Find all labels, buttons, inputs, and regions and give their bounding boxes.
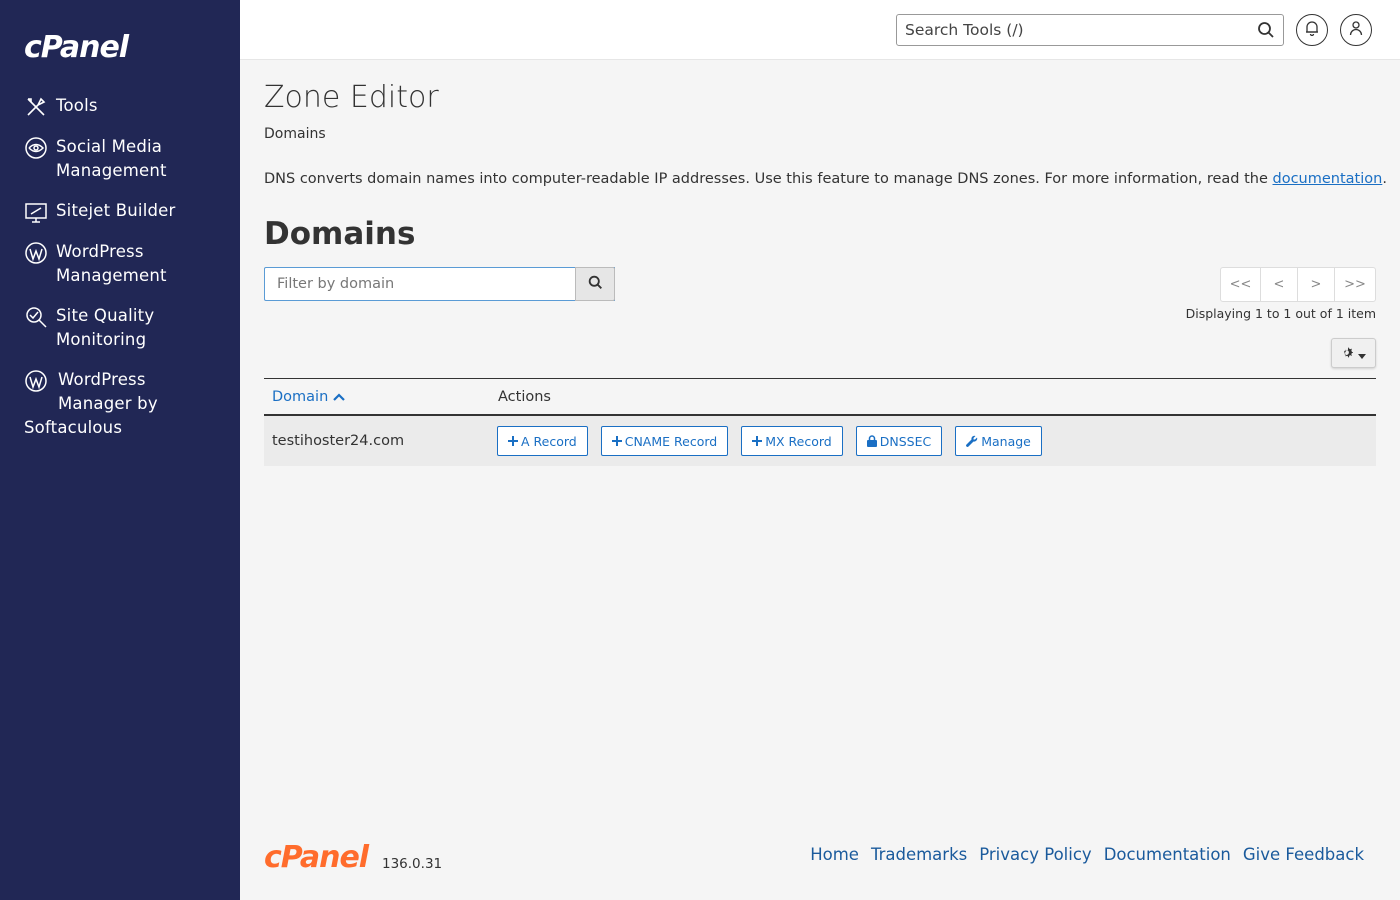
last-page-button[interactable]: >> [1335, 268, 1375, 301]
sidebar-item-site-quality[interactable]: Site Quality Monitoring [24, 304, 234, 352]
sidebar-item-sitejet[interactable]: Sitejet Builder [24, 199, 234, 224]
footer-link-home[interactable]: Home [810, 845, 859, 864]
footer-cpanel-logo[interactable]: cPanel [264, 840, 369, 875]
sidebar-item-label: Site Quality Monitoring [56, 306, 155, 349]
domain-cell: testihoster24.com [272, 433, 405, 449]
plus-icon [508, 436, 518, 446]
search-icon[interactable] [1257, 21, 1275, 39]
page-description: DNS converts domain names into computer-… [264, 171, 1387, 187]
search-tools-input[interactable] [897, 15, 1237, 45]
domains-table: Domain Actions testihoster24.com A Recor… [264, 378, 1376, 466]
gear-icon [1342, 344, 1355, 363]
user-icon [1349, 20, 1363, 40]
sitejet-icon [24, 200, 48, 224]
wordpress-icon [24, 241, 48, 265]
wrench-icon [966, 435, 978, 447]
social-media-icon [24, 136, 48, 160]
footer-link-privacy[interactable]: Privacy Policy [979, 845, 1091, 864]
site-quality-icon [24, 305, 48, 329]
breadcrumb: Domains [264, 126, 326, 142]
search-icon [588, 275, 603, 294]
sidebar-item-label: Sitejet Builder [56, 201, 176, 220]
bell-icon [1305, 20, 1319, 40]
wordpress-icon [24, 369, 48, 393]
section-title: Domains [264, 216, 416, 252]
footer-link-trademarks[interactable]: Trademarks [871, 845, 967, 864]
paging-info: Displaying 1 to 1 out of 1 item [1185, 306, 1376, 321]
add-mx-record-button[interactable]: MX Record [741, 426, 843, 456]
plus-icon [611, 436, 622, 446]
footer-link-documentation[interactable]: Documentation [1104, 845, 1231, 864]
sidebar-item-label: WordPress Manager by [58, 370, 158, 413]
sidebar-item-label: Tools [56, 96, 98, 115]
tools-icon [24, 95, 48, 119]
footer-links: Home Trademarks Privacy Policy Documenta… [810, 845, 1364, 864]
filter-domain-input[interactable] [265, 268, 614, 300]
search-tools-box [896, 14, 1284, 46]
next-page-button[interactable]: > [1298, 268, 1335, 301]
prev-page-button[interactable]: < [1261, 268, 1298, 301]
add-a-record-button[interactable]: A Record [497, 426, 588, 456]
top-header [240, 0, 1400, 60]
chevron-up-icon [333, 392, 346, 401]
pagination: << < > >> [1220, 267, 1376, 302]
table-header: Domain Actions [264, 378, 1376, 416]
version-label: 136.0.31 [382, 856, 443, 872]
sidebar: cPanel Tools Social Media Management Site… [0, 0, 240, 900]
sidebar-item-label: Social Media Management [56, 137, 167, 180]
caret-down-icon [1357, 344, 1366, 363]
actions-column-header: Actions [498, 388, 551, 405]
documentation-link[interactable]: documentation [1273, 171, 1383, 187]
dnssec-button[interactable]: DNSSEC [855, 426, 943, 456]
sidebar-item-label-cont: Softaculous [24, 418, 123, 437]
table-row: testihoster24.com A Record CNAME Record … [264, 416, 1376, 466]
settings-dropdown-button[interactable] [1331, 338, 1376, 368]
sidebar-item-wordpress-softaculous[interactable]: WordPress Manager by Softaculous [24, 368, 234, 440]
domain-column-header[interactable]: Domain [264, 389, 498, 405]
filter-box [264, 267, 615, 301]
manage-button[interactable]: Manage [955, 426, 1042, 456]
sidebar-item-tools[interactable]: Tools [24, 94, 234, 119]
cpanel-logo[interactable]: cPanel [24, 30, 129, 65]
notifications-button[interactable] [1296, 14, 1328, 46]
sidebar-item-wordpress-management[interactable]: WordPress Management [24, 240, 234, 288]
footer-link-feedback[interactable]: Give Feedback [1243, 845, 1364, 864]
page-title: Zone Editor [264, 80, 439, 115]
first-page-button[interactable]: << [1221, 268, 1261, 301]
user-menu-button[interactable] [1340, 14, 1372, 46]
sidebar-item-label: WordPress Management [56, 242, 167, 285]
plus-icon [752, 436, 763, 446]
add-cname-record-button[interactable]: CNAME Record [600, 426, 729, 456]
sidebar-nav: Tools Social Media Management Sitejet Bui… [24, 94, 234, 456]
lock-icon [866, 435, 877, 447]
sidebar-item-social-media[interactable]: Social Media Management [24, 135, 234, 183]
filter-search-button[interactable] [575, 267, 615, 301]
